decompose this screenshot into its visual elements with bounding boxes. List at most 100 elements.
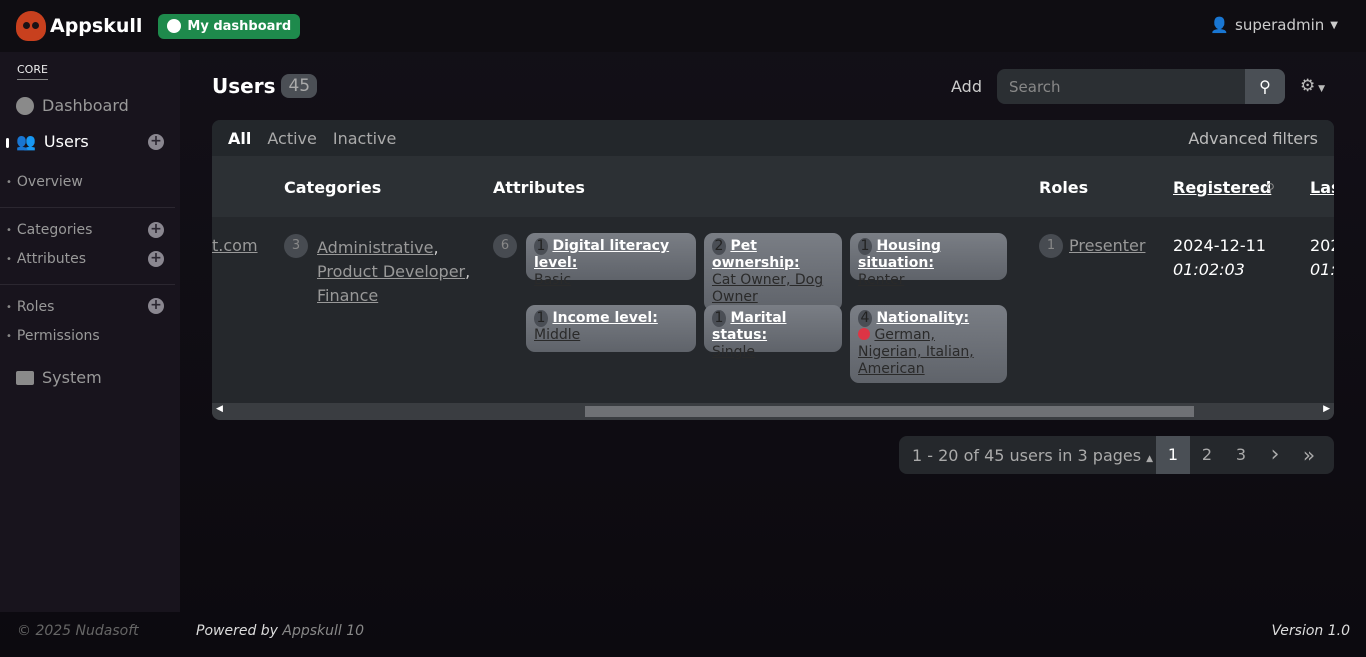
- sidebar-item-users[interactable]: 👥 Users: [16, 132, 89, 151]
- scroll-right-icon[interactable]: ▶: [1323, 404, 1330, 414]
- powered-by: Powered by: [196, 623, 278, 639]
- dashboard-icon: [16, 96, 34, 115]
- add-attribute-icon[interactable]: +: [148, 251, 164, 267]
- attribute-name-link[interactable]: Income level:: [552, 310, 657, 326]
- users-icon: 👥: [16, 132, 36, 151]
- horizontal-scrollbar[interactable]: ◀ ▶: [212, 403, 1334, 420]
- attribute-chip: 1 Housing situation: Renter: [850, 233, 1007, 288]
- header-registered-sort[interactable]: Registered: [1173, 178, 1271, 197]
- my-dashboard-button[interactable]: My dashboard: [158, 13, 301, 39]
- dashboard-button-label: My dashboard: [187, 18, 292, 34]
- last-time: 01:0: [1310, 260, 1334, 279]
- attribute-value-link[interactable]: Middle: [534, 327, 580, 343]
- last-date: 202: [1310, 236, 1334, 255]
- skull-logo-icon: [16, 11, 46, 41]
- registered-date: 2024-12-11: [1173, 236, 1266, 255]
- add-user-icon[interactable]: +: [148, 134, 164, 150]
- sidebar-label: Categories: [16, 222, 93, 238]
- status-dot-icon: [858, 328, 870, 340]
- tab-inactive[interactable]: Inactive: [333, 129, 397, 148]
- attribute-value-link[interactable]: Basic: [534, 272, 571, 288]
- search-button[interactable]: ⚲: [1245, 69, 1285, 104]
- app-logo[interactable]: Appskull: [16, 11, 142, 41]
- search-icon: ⚲: [1259, 77, 1271, 96]
- product-link[interactable]: Appskull 10: [282, 623, 364, 639]
- last-page-icon[interactable]: »: [1292, 436, 1326, 474]
- sidebar-item-system[interactable]: System: [16, 368, 102, 387]
- email-link[interactable]: t.com: [212, 236, 258, 255]
- advanced-filters-button[interactable]: Advanced filters: [1188, 129, 1318, 148]
- scroll-left-icon[interactable]: ◀: [216, 404, 223, 414]
- pagination: 1 - 20 of 45 users in 3 pages ▲ 1 2 3 › …: [899, 436, 1334, 474]
- sidebar-label: Users: [43, 132, 89, 151]
- tab-all[interactable]: All: [228, 129, 251, 148]
- sidebar-item-attributes[interactable]: Attributes: [6, 251, 86, 267]
- sidebar-item-dashboard[interactable]: Dashboard: [16, 96, 129, 115]
- settings-dropdown[interactable]: ⚙ ▼: [1300, 76, 1325, 96]
- attribute-value-link[interactable]: German, Nigerian, Italian, American: [858, 327, 974, 377]
- attribute-chip: 1 Marital status: Single: [704, 305, 842, 360]
- category-link[interactable]: Administrative: [317, 238, 433, 257]
- filter-tabs: All Active Inactive Advanced filters: [212, 120, 1334, 156]
- chip-count: 2: [712, 238, 726, 255]
- chip-count: 1: [534, 238, 548, 255]
- category-link[interactable]: Product Developer: [317, 262, 465, 281]
- scrollbar-thumb[interactable]: [585, 406, 1194, 417]
- add-button[interactable]: Add: [951, 77, 982, 96]
- attribute-chip: 4 Nationality: German, Nigerian, Italian…: [850, 305, 1007, 383]
- divider: [0, 284, 175, 285]
- categories-count: 3: [284, 234, 308, 258]
- title-text: Users: [212, 74, 276, 98]
- version: Version 1.0: [1271, 623, 1350, 639]
- search-column-icon[interactable]: ⚲: [1266, 181, 1275, 195]
- attribute-value-link[interactable]: Cat Owner, Dog Owner: [712, 272, 823, 305]
- table-header: Categories Attributes Roles Registered ⚲…: [212, 156, 1334, 217]
- category-link[interactable]: Finance: [317, 286, 378, 305]
- sidebar-label: System: [42, 368, 102, 387]
- add-category-icon[interactable]: +: [148, 222, 164, 238]
- attribute-name-link[interactable]: Pet ownership:: [712, 238, 800, 271]
- attribute-chip: 2 Pet ownership: Cat Owner, Dog Owner: [704, 233, 842, 311]
- header-last[interactable]: Las: [1310, 178, 1334, 197]
- sidebar-item-permissions[interactable]: Permissions: [6, 328, 100, 344]
- attribute-name-link[interactable]: Digital literacy level:: [534, 238, 669, 271]
- username: superadmin: [1235, 16, 1325, 34]
- copyright: © 2025 Nudasoft: [17, 623, 139, 639]
- page-2-button[interactable]: 2: [1190, 436, 1224, 474]
- page-3-button[interactable]: 3: [1224, 436, 1258, 474]
- next-page-icon[interactable]: ›: [1258, 436, 1292, 474]
- sidebar-label: Dashboard: [42, 96, 129, 115]
- attribute-name-link[interactable]: Nationality:: [876, 310, 969, 326]
- user-menu[interactable]: 👤 superadmin ▼: [1210, 16, 1338, 34]
- attribute-value-link[interactable]: Renter: [858, 272, 904, 288]
- header-attributes: Attributes: [493, 178, 585, 197]
- sidebar-item-categories[interactable]: Categories: [6, 222, 92, 238]
- chip-count: 1: [858, 238, 872, 255]
- role-link[interactable]: Presenter: [1069, 236, 1145, 255]
- attributes-count: 6: [493, 234, 517, 258]
- sidebar-section-core: CORE: [17, 63, 48, 80]
- user-count-badge: 45: [281, 74, 318, 98]
- attribute-value-link[interactable]: Single: [712, 344, 755, 360]
- sidebar-item-roles[interactable]: Roles: [6, 299, 54, 315]
- caret-down-icon: ▼: [1330, 19, 1338, 31]
- attribute-chip: 1 Digital literacy level: Basic: [526, 233, 696, 288]
- top-bar: Appskull My dashboard 👤 superadmin ▼: [0, 0, 1366, 52]
- page-size-dropdown[interactable]: 1 - 20 of 45 users in 3 pages ▲: [899, 446, 1156, 465]
- chip-count: 1: [712, 310, 726, 327]
- page-1-button[interactable]: 1: [1156, 436, 1190, 474]
- caret-down-icon: ▼: [1315, 84, 1326, 94]
- tab-active[interactable]: Active: [267, 129, 317, 148]
- add-role-icon[interactable]: +: [148, 298, 164, 314]
- app-name: Appskull: [50, 15, 143, 37]
- registered-time: 01:02:03: [1173, 260, 1245, 279]
- search-input[interactable]: [997, 69, 1245, 104]
- roles-count: 1: [1039, 234, 1063, 258]
- chip-count: 1: [534, 310, 548, 327]
- users-table-card: All Active Inactive Advanced filters Cat…: [212, 120, 1334, 420]
- sidebar-item-overview[interactable]: Overview: [6, 174, 83, 190]
- gear-icon: ⚙: [1300, 76, 1316, 96]
- sidebar-label: Attributes: [16, 251, 87, 267]
- attribute-chip: 1 Income level: Middle: [526, 305, 696, 352]
- sidebar-label: Overview: [16, 174, 83, 190]
